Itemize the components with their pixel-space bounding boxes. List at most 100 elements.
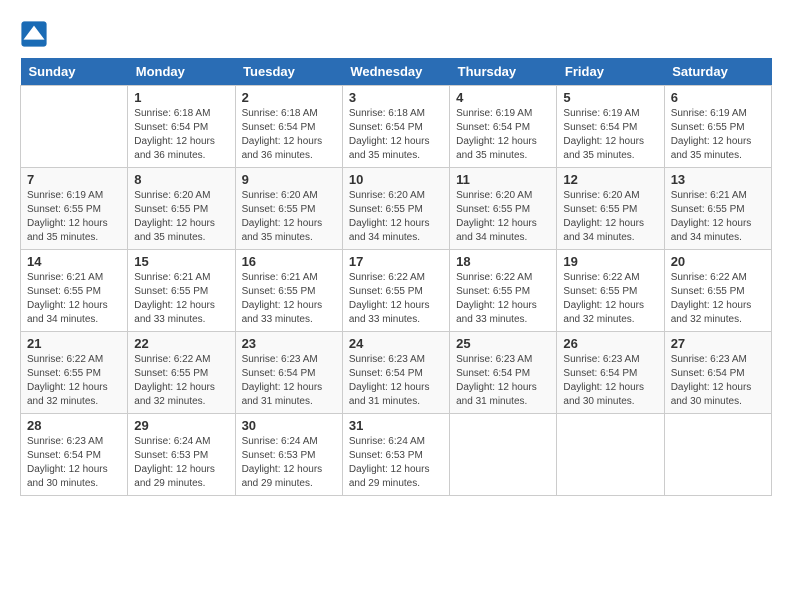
day-number: 12	[563, 172, 657, 187]
logo-icon	[20, 20, 48, 48]
day-info: Sunrise: 6:24 AM Sunset: 6:53 PM Dayligh…	[349, 435, 443, 491]
day-number: 14	[27, 254, 121, 269]
calendar-cell: 10Sunrise: 6:20 AM Sunset: 6:55 PM Dayli…	[342, 168, 449, 250]
day-info: Sunrise: 6:18 AM Sunset: 6:54 PM Dayligh…	[349, 107, 443, 163]
calendar-cell	[450, 414, 557, 496]
day-info: Sunrise: 6:22 AM Sunset: 6:55 PM Dayligh…	[27, 353, 121, 409]
day-number: 8	[134, 172, 228, 187]
day-info: Sunrise: 6:20 AM Sunset: 6:55 PM Dayligh…	[456, 189, 550, 245]
calendar-cell: 27 Sunrise: 6:23 AM Sunset: 6:54 PM Dayli…	[664, 332, 771, 414]
day-info: Sunrise: 6:23 AM Sunset: 6:54 PM Dayligh…	[456, 353, 550, 409]
day-info: Sunrise: 6:22 AM Sunset: 6:55 PM Dayligh…	[349, 271, 443, 327]
day-info: Sunrise: 6:20 AM Sunset: 6:55 PM Dayligh…	[242, 189, 336, 245]
day-info: Sunrise: 6:21 AM Sunset: 6:55 PM Dayligh…	[242, 271, 336, 327]
day-number: 13	[671, 172, 765, 187]
day-info: Sunrise: 6:22 AM Sunset: 6:55 PM Dayligh…	[671, 271, 765, 327]
calendar-cell	[557, 414, 664, 496]
header-sunday: Sunday	[21, 58, 128, 86]
calendar-cell: 13Sunrise: 6:21 AM Sunset: 6:55 PM Dayli…	[664, 168, 771, 250]
day-info: Sunrise: 6:19 AM Sunset: 6:54 PM Dayligh…	[456, 107, 550, 163]
day-number: 30	[242, 418, 336, 433]
day-number: 6	[671, 90, 765, 105]
header-wednesday: Wednesday	[342, 58, 449, 86]
calendar-cell: 24 Sunrise: 6:23 AM Sunset: 6:54 PM Dayli…	[342, 332, 449, 414]
calendar-week-row: 21 Sunrise: 6:22 AM Sunset: 6:55 PM Dayli…	[21, 332, 772, 414]
day-info: Sunrise: 6:23 AM Sunset: 6:54 PM Dayligh…	[563, 353, 657, 409]
calendar-cell: 4 Sunrise: 6:19 AM Sunset: 6:54 PM Daylig…	[450, 86, 557, 168]
calendar-cell: 12 Sunrise: 6:20 AM Sunset: 6:55 PM Dayli…	[557, 168, 664, 250]
day-number: 7	[27, 172, 121, 187]
day-info: Sunrise: 6:22 AM Sunset: 6:55 PM Dayligh…	[563, 271, 657, 327]
day-number: 31	[349, 418, 443, 433]
calendar-cell: 16 Sunrise: 6:21 AM Sunset: 6:55 PM Dayli…	[235, 250, 342, 332]
day-info: Sunrise: 6:22 AM Sunset: 6:55 PM Dayligh…	[456, 271, 550, 327]
day-number: 9	[242, 172, 336, 187]
header-thursday: Thursday	[450, 58, 557, 86]
calendar-cell	[664, 414, 771, 496]
calendar-cell: 7 Sunrise: 6:19 AM Sunset: 6:55 PM Daylig…	[21, 168, 128, 250]
day-info: Sunrise: 6:24 AM Sunset: 6:53 PM Dayligh…	[134, 435, 228, 491]
calendar-table: SundayMondayTuesdayWednesdayThursdayFrid…	[20, 58, 772, 496]
logo	[20, 20, 52, 48]
calendar-week-row: 14 Sunrise: 6:21 AM Sunset: 6:55 PM Dayli…	[21, 250, 772, 332]
calendar-cell	[21, 86, 128, 168]
day-number: 22	[134, 336, 228, 351]
calendar-cell: 15Sunrise: 6:21 AM Sunset: 6:55 PM Dayli…	[128, 250, 235, 332]
header-saturday: Saturday	[664, 58, 771, 86]
calendar-cell: 18 Sunrise: 6:22 AM Sunset: 6:55 PM Dayli…	[450, 250, 557, 332]
header-tuesday: Tuesday	[235, 58, 342, 86]
calendar-cell: 23 Sunrise: 6:23 AM Sunset: 6:54 PM Dayli…	[235, 332, 342, 414]
day-number: 2	[242, 90, 336, 105]
calendar-cell: 14 Sunrise: 6:21 AM Sunset: 6:55 PM Dayli…	[21, 250, 128, 332]
day-info: Sunrise: 6:23 AM Sunset: 6:54 PM Dayligh…	[349, 353, 443, 409]
calendar-cell: 17Sunrise: 6:22 AM Sunset: 6:55 PM Dayli…	[342, 250, 449, 332]
header-monday: Monday	[128, 58, 235, 86]
calendar-week-row: 28Sunrise: 6:23 AM Sunset: 6:54 PM Dayli…	[21, 414, 772, 496]
day-number: 11	[456, 172, 550, 187]
calendar-cell: 6Sunrise: 6:19 AM Sunset: 6:55 PM Daylig…	[664, 86, 771, 168]
day-number: 10	[349, 172, 443, 187]
day-info: Sunrise: 6:20 AM Sunset: 6:55 PM Dayligh…	[563, 189, 657, 245]
header-friday: Friday	[557, 58, 664, 86]
day-number: 4	[456, 90, 550, 105]
day-info: Sunrise: 6:20 AM Sunset: 6:55 PM Dayligh…	[134, 189, 228, 245]
calendar-cell: 8 Sunrise: 6:20 AM Sunset: 6:55 PM Daylig…	[128, 168, 235, 250]
day-info: Sunrise: 6:21 AM Sunset: 6:55 PM Dayligh…	[134, 271, 228, 327]
day-info: Sunrise: 6:22 AM Sunset: 6:55 PM Dayligh…	[134, 353, 228, 409]
day-info: Sunrise: 6:19 AM Sunset: 6:54 PM Dayligh…	[563, 107, 657, 163]
page-header	[20, 20, 772, 48]
calendar-cell: 22 Sunrise: 6:22 AM Sunset: 6:55 PM Dayli…	[128, 332, 235, 414]
day-number: 3	[349, 90, 443, 105]
calendar-week-row: 7 Sunrise: 6:19 AM Sunset: 6:55 PM Daylig…	[21, 168, 772, 250]
day-number: 23	[242, 336, 336, 351]
calendar-cell: 9 Sunrise: 6:20 AM Sunset: 6:55 PM Daylig…	[235, 168, 342, 250]
day-info: Sunrise: 6:19 AM Sunset: 6:55 PM Dayligh…	[27, 189, 121, 245]
calendar-cell: 19 Sunrise: 6:22 AM Sunset: 6:55 PM Dayli…	[557, 250, 664, 332]
calendar-cell: 20Sunrise: 6:22 AM Sunset: 6:55 PM Dayli…	[664, 250, 771, 332]
calendar-cell: 11 Sunrise: 6:20 AM Sunset: 6:55 PM Dayli…	[450, 168, 557, 250]
day-number: 24	[349, 336, 443, 351]
day-info: Sunrise: 6:23 AM Sunset: 6:54 PM Dayligh…	[242, 353, 336, 409]
calendar-cell: 29Sunrise: 6:24 AM Sunset: 6:53 PM Dayli…	[128, 414, 235, 496]
day-number: 27	[671, 336, 765, 351]
day-info: Sunrise: 6:21 AM Sunset: 6:55 PM Dayligh…	[27, 271, 121, 327]
day-number: 19	[563, 254, 657, 269]
calendar-cell: 5 Sunrise: 6:19 AM Sunset: 6:54 PM Daylig…	[557, 86, 664, 168]
day-info: Sunrise: 6:23 AM Sunset: 6:54 PM Dayligh…	[671, 353, 765, 409]
calendar-header-row: SundayMondayTuesdayWednesdayThursdayFrid…	[21, 58, 772, 86]
day-number: 1	[134, 90, 228, 105]
calendar-cell: 21 Sunrise: 6:22 AM Sunset: 6:55 PM Dayli…	[21, 332, 128, 414]
calendar-cell: 30Sunrise: 6:24 AM Sunset: 6:53 PM Dayli…	[235, 414, 342, 496]
calendar-cell: 3 Sunrise: 6:18 AM Sunset: 6:54 PM Daylig…	[342, 86, 449, 168]
calendar-cell: 1Sunrise: 6:18 AM Sunset: 6:54 PM Daylig…	[128, 86, 235, 168]
calendar-week-row: 1 Sunrise: 6:18 AM Sunset: 6:54 PM Daylig…	[21, 86, 772, 168]
day-number: 16	[242, 254, 336, 269]
calendar-cell: 25 Sunrise: 6:23 AM Sunset: 6:54 PM Dayli…	[450, 332, 557, 414]
day-number: 5	[563, 90, 657, 105]
day-number: 18	[456, 254, 550, 269]
day-number: 21	[27, 336, 121, 351]
calendar-cell: 2Sunrise: 6:18 AM Sunset: 6:54 PM Daylig…	[235, 86, 342, 168]
calendar-cell: 28Sunrise: 6:23 AM Sunset: 6:54 PM Dayli…	[21, 414, 128, 496]
day-number: 25	[456, 336, 550, 351]
day-number: 28	[27, 418, 121, 433]
